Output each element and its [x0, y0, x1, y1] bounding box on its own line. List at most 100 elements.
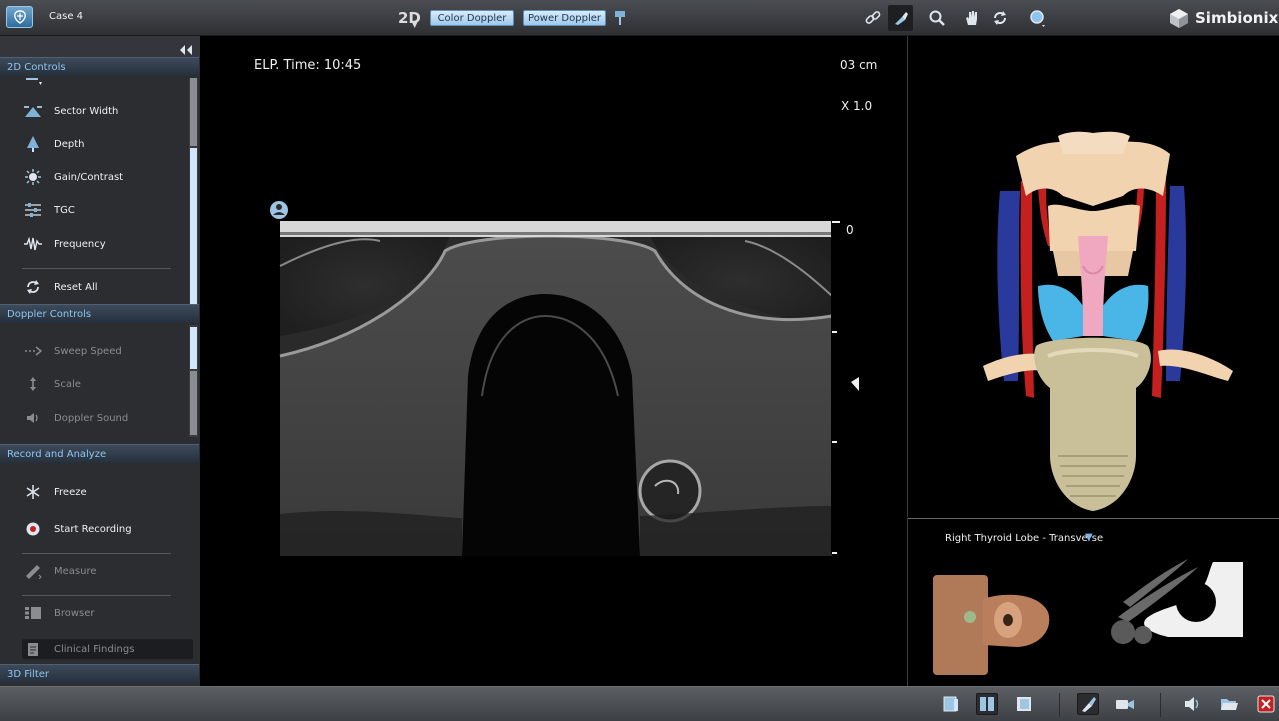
- mode-selector-partial[interactable]: [22, 76, 192, 88]
- section-record-analyze[interactable]: Record and Analyze: [0, 444, 199, 463]
- section-3d-filter[interactable]: 3D Filter: [0, 664, 199, 683]
- chevron-down-icon[interactable]: ▼: [1085, 532, 1093, 543]
- clipboard-icon: [22, 640, 44, 658]
- sweep-speed-icon: [22, 342, 44, 360]
- depth-scale-zero: 0: [846, 223, 854, 237]
- color-doppler-button[interactable]: Color Doppler: [430, 10, 514, 26]
- speaker-icon: [22, 409, 44, 427]
- scale-control: Scale: [22, 374, 192, 394]
- chevron-down-icon: ▼: [412, 21, 418, 29]
- freeze-label: Freeze: [54, 486, 87, 498]
- close-icon[interactable]: [1255, 693, 1277, 715]
- browser-label: Browser: [54, 607, 95, 619]
- reset-icon: [22, 278, 44, 296]
- brand-name: Simbionix: [1195, 9, 1279, 27]
- selector-icon: [22, 73, 44, 91]
- thyroid-right-lobe: [1103, 284, 1149, 341]
- frequency-label: Frequency: [54, 238, 106, 250]
- zoom-icon[interactable]: [927, 8, 947, 28]
- left-control-panel: 2D Controls Sector Width Depth Gain/Cont…: [0, 36, 200, 686]
- elapsed-time: ELP. Time: 10:45: [254, 58, 362, 73]
- ultrasound-image: [270, 201, 859, 556]
- reset-all-label: Reset All: [54, 281, 98, 293]
- scale-arrows-icon: [22, 375, 44, 393]
- open-folder-icon[interactable]: [1218, 693, 1240, 715]
- divider: [1160, 693, 1161, 717]
- case-menu-icon[interactable]: [6, 6, 33, 28]
- dual-view-layout-icon[interactable]: [976, 693, 998, 715]
- mode-2d-label: 2D: [398, 9, 421, 27]
- focus-marker-icon[interactable]: [851, 377, 859, 391]
- scrollbar-thumb[interactable]: [190, 327, 197, 369]
- zoom-readout: X 1.0: [841, 99, 873, 113]
- anatomy-3d-view[interactable]: [907, 36, 1279, 517]
- link-icon[interactable]: [863, 8, 883, 28]
- brand-logo: Simbionix: [1168, 7, 1278, 29]
- transducer-shadow: [280, 232, 832, 235]
- tgc-label: TGC: [54, 204, 75, 216]
- browser-button: Browser: [22, 603, 192, 623]
- camera-record-icon[interactable]: [1114, 693, 1136, 715]
- divider: [1059, 693, 1060, 717]
- gain-contrast-control[interactable]: Gain/Contrast: [22, 167, 192, 187]
- probe-view-title[interactable]: Right Thyroid Lobe - Transverse: [945, 533, 1103, 544]
- doppler-scrollbar[interactable]: [189, 325, 198, 437]
- measure-label: Measure: [54, 565, 97, 577]
- depth-readout: 03 cm: [840, 58, 878, 72]
- sector-width-icon: [22, 102, 44, 120]
- probe-position-icon[interactable]: [610, 8, 630, 28]
- rotate-icon[interactable]: [990, 8, 1010, 28]
- scale-label: Scale: [54, 378, 81, 390]
- probe-position-diagram: [933, 559, 1243, 675]
- clinical-findings-button: Clinical Findings: [22, 639, 192, 659]
- doppler-sound-label: Doppler Sound: [54, 412, 129, 424]
- sector-width-control[interactable]: Sector Width: [22, 101, 192, 121]
- sweep-speed-control: Sweep Speed: [22, 341, 192, 361]
- freeze-button[interactable]: Freeze: [22, 482, 192, 502]
- start-recording-label: Start Recording: [54, 523, 132, 535]
- ultrasound-view[interactable]: ELP. Time: 10:45 03 cm X 1.0 0: [200, 36, 906, 686]
- probe-marker: [964, 611, 976, 623]
- case-title: Case 4: [49, 11, 84, 22]
- mannequin-torso: [933, 575, 988, 675]
- depth-icon: [22, 135, 44, 153]
- sweep-speed-label: Sweep Speed: [54, 345, 122, 357]
- pan-hand-icon[interactable]: [962, 8, 982, 28]
- depth-control[interactable]: Depth: [22, 134, 192, 154]
- neck-anatomy-model: [983, 131, 1233, 511]
- simulator-app: Case 4 2D ▼ Color Doppler Power Doppler S…: [0, 0, 1279, 721]
- 2d-controls-scrollbar[interactable]: [189, 78, 198, 304]
- single-view-layout-icon[interactable]: [940, 693, 962, 715]
- doppler-sound-control: Doppler Sound: [22, 408, 192, 428]
- probe-tool-icon[interactable]: [888, 5, 913, 31]
- probe-settings-icon[interactable]: [1077, 693, 1099, 715]
- depth-label: Depth: [54, 138, 85, 150]
- scrollbar-track-lower: [190, 371, 197, 435]
- reset-all-button[interactable]: Reset All: [22, 277, 192, 297]
- scrollbar-thumb[interactable]: [190, 148, 197, 304]
- tgc-sliders-icon: [22, 201, 44, 219]
- tgc-control[interactable]: TGC: [22, 200, 192, 220]
- browser-grid-icon: [22, 604, 44, 622]
- volume-icon[interactable]: [1182, 693, 1204, 715]
- sector-width-label: Sector Width: [54, 105, 119, 117]
- thyroid-left-lobe: [1038, 284, 1083, 341]
- mode-2d-selector[interactable]: 2D ▼: [398, 9, 421, 29]
- divider: [22, 595, 171, 596]
- gain-contrast-icon: [22, 168, 44, 186]
- simbionix-logo-icon: [1170, 9, 1188, 28]
- start-recording-button[interactable]: Start Recording: [22, 519, 192, 539]
- deep-tissue-left: [280, 510, 462, 556]
- bottom-toolbar: [0, 686, 1279, 721]
- section-doppler-controls[interactable]: Doppler Controls: [0, 304, 199, 323]
- zoom-options-icon[interactable]: [1028, 8, 1048, 28]
- divider: [22, 553, 171, 554]
- frequency-wave-icon: [22, 235, 44, 253]
- overlay-view-layout-icon[interactable]: [1013, 693, 1035, 715]
- top-toolbar: Case 4 2D ▼ Color Doppler Power Doppler S…: [0, 0, 1279, 36]
- tracheal-shadow: [462, 294, 640, 556]
- gain-contrast-label: Gain/Contrast: [54, 171, 124, 183]
- frequency-control[interactable]: Frequency: [22, 234, 192, 254]
- probe-position-view[interactable]: Right Thyroid Lobe - Transverse ▼: [907, 518, 1279, 686]
- power-doppler-button[interactable]: Power Doppler: [523, 10, 606, 26]
